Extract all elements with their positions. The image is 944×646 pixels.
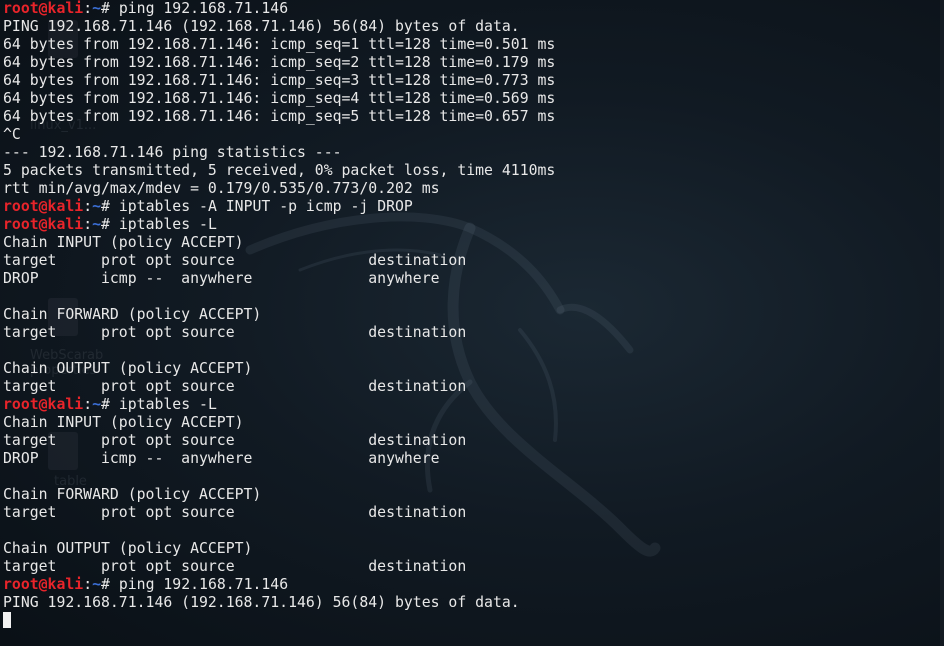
prompt-separator: :: [83, 396, 93, 413]
prompt-path: ~: [92, 198, 102, 215]
command-text: iptables -L: [118, 216, 217, 233]
output-line: 5 packets transmitted, 5 received, 0% pa…: [3, 162, 555, 180]
output-text: target prot opt source destination: [3, 252, 467, 269]
output-text: target prot opt source destination: [3, 558, 467, 575]
output-line: target prot opt source destination: [3, 252, 555, 270]
output-text: 64 bytes from 192.168.71.146: icmp_seq=1…: [3, 36, 556, 53]
output-text: --- 192.168.71.146 ping statistics ---: [3, 144, 342, 161]
output-line: Chain OUTPUT (policy ACCEPT): [3, 360, 555, 378]
prompt-user: root@kali: [3, 576, 84, 593]
output-line: 64 bytes from 192.168.71.146: icmp_seq=5…: [3, 108, 555, 126]
output-line: 64 bytes from 192.168.71.146: icmp_seq=3…: [3, 72, 555, 90]
prompt-line: root@kali:~# ping 192.168.71.146: [3, 576, 555, 594]
output-line: PING 192.168.71.146 (192.168.71.146) 56(…: [3, 594, 555, 612]
prompt-user: root@kali: [3, 216, 84, 233]
prompt-user: root@kali: [3, 198, 84, 215]
output-line: target prot opt source destination: [3, 378, 555, 396]
prompt-user: root@kali: [3, 0, 84, 17]
output-line: 64 bytes from 192.168.71.146: icmp_seq=4…: [3, 90, 555, 108]
terminal-output: root@kali:~# ping 192.168.71.146 PING 192…: [3, 0, 555, 630]
output-text: target prot opt source destination: [3, 378, 467, 395]
terminal-cursor[interactable]: [3, 612, 11, 628]
command-text: iptables -A INPUT -p icmp -j DROP: [118, 198, 413, 215]
prompt-path: ~: [92, 576, 102, 593]
output-text: target prot opt source destination: [3, 504, 467, 521]
output-line: Chain INPUT (policy ACCEPT): [3, 234, 555, 252]
output-line: 64 bytes from 192.168.71.146: icmp_seq=1…: [3, 36, 555, 54]
output-line: 64 bytes from 192.168.71.146: icmp_seq=2…: [3, 54, 555, 72]
output-text: 5 packets transmitted, 5 received, 0% pa…: [3, 162, 556, 179]
prompt-line: root@kali:~# iptables -A INPUT -p icmp -…: [3, 198, 555, 216]
output-text: PING 192.168.71.146 (192.168.71.146) 56(…: [3, 18, 520, 35]
prompt-symbol: #: [101, 216, 119, 233]
command-text: iptables -L: [118, 396, 217, 413]
output-line: PING 192.168.71.146 (192.168.71.146) 56(…: [3, 18, 555, 36]
output-line: --- 192.168.71.146 ping statistics ---: [3, 144, 555, 162]
prompt-symbol: #: [101, 576, 119, 593]
output-text: Chain FORWARD (policy ACCEPT): [3, 306, 262, 323]
command-text: ping 192.168.71.146: [118, 576, 289, 593]
output-text: ^C: [3, 126, 21, 143]
output-text: Chain INPUT (policy ACCEPT): [3, 414, 244, 431]
output-line: Chain OUTPUT (policy ACCEPT): [3, 540, 555, 558]
output-line: rtt min/avg/max/mdev = 0.179/0.535/0.773…: [3, 180, 555, 198]
output-text: target prot opt source destination: [3, 324, 467, 341]
output-line: target prot opt source destination: [3, 558, 555, 576]
output-text: 64 bytes from 192.168.71.146: icmp_seq=3…: [3, 72, 556, 89]
output-text: 64 bytes from 192.168.71.146: icmp_seq=2…: [3, 54, 556, 71]
prompt-symbol: #: [101, 396, 119, 413]
prompt-separator: :: [83, 198, 93, 215]
terminal-window[interactable]: linux_v1... WebScarab properties table r…: [0, 0, 944, 646]
output-line: DROP icmp -- anywhere anywhere: [3, 270, 555, 288]
command-text: ping 192.168.71.146: [118, 0, 289, 17]
output-text: Chain INPUT (policy ACCEPT): [3, 234, 244, 251]
output-line: Chain FORWARD (policy ACCEPT): [3, 306, 555, 324]
prompt-line: root@kali:~# ping 192.168.71.146: [3, 0, 555, 18]
output-line: target prot opt source destination: [3, 504, 555, 522]
prompt-symbol: #: [101, 0, 119, 17]
output-text: DROP icmp -- anywhere anywhere: [3, 450, 440, 467]
output-line: Chain INPUT (policy ACCEPT): [3, 414, 555, 432]
output-text: Chain FORWARD (policy ACCEPT): [3, 486, 262, 503]
output-text: rtt min/avg/max/mdev = 0.179/0.535/0.773…: [3, 180, 440, 197]
output-text: 64 bytes from 192.168.71.146: icmp_seq=5…: [3, 108, 556, 125]
prompt-path: ~: [92, 216, 102, 233]
prompt-path: ~: [92, 396, 102, 413]
output-line: target prot opt source destination: [3, 432, 555, 450]
prompt-symbol: #: [101, 198, 119, 215]
prompt-path: ~: [92, 0, 102, 17]
prompt-line: root@kali:~# iptables -L: [3, 216, 555, 234]
output-line: DROP icmp -- anywhere anywhere: [3, 450, 555, 468]
output-line: Chain FORWARD (policy ACCEPT): [3, 486, 555, 504]
output-text: Chain OUTPUT (policy ACCEPT): [3, 540, 253, 557]
output-line: target prot opt source destination: [3, 324, 555, 342]
prompt-user: root@kali: [3, 396, 84, 413]
output-text: 64 bytes from 192.168.71.146: icmp_seq=4…: [3, 90, 556, 107]
terminal-scrollbar[interactable]: [940, 0, 944, 646]
input-line[interactable]: [3, 612, 555, 630]
output-line: ^C: [3, 126, 555, 144]
output-text: DROP icmp -- anywhere anywhere: [3, 270, 440, 287]
prompt-separator: :: [83, 0, 93, 17]
prompt-separator: :: [83, 576, 93, 593]
output-text: target prot opt source destination: [3, 432, 467, 449]
prompt-line: root@kali:~# iptables -L: [3, 396, 555, 414]
output-text: PING 192.168.71.146 (192.168.71.146) 56(…: [3, 594, 520, 611]
prompt-separator: :: [83, 216, 93, 233]
output-text: Chain OUTPUT (policy ACCEPT): [3, 360, 253, 377]
